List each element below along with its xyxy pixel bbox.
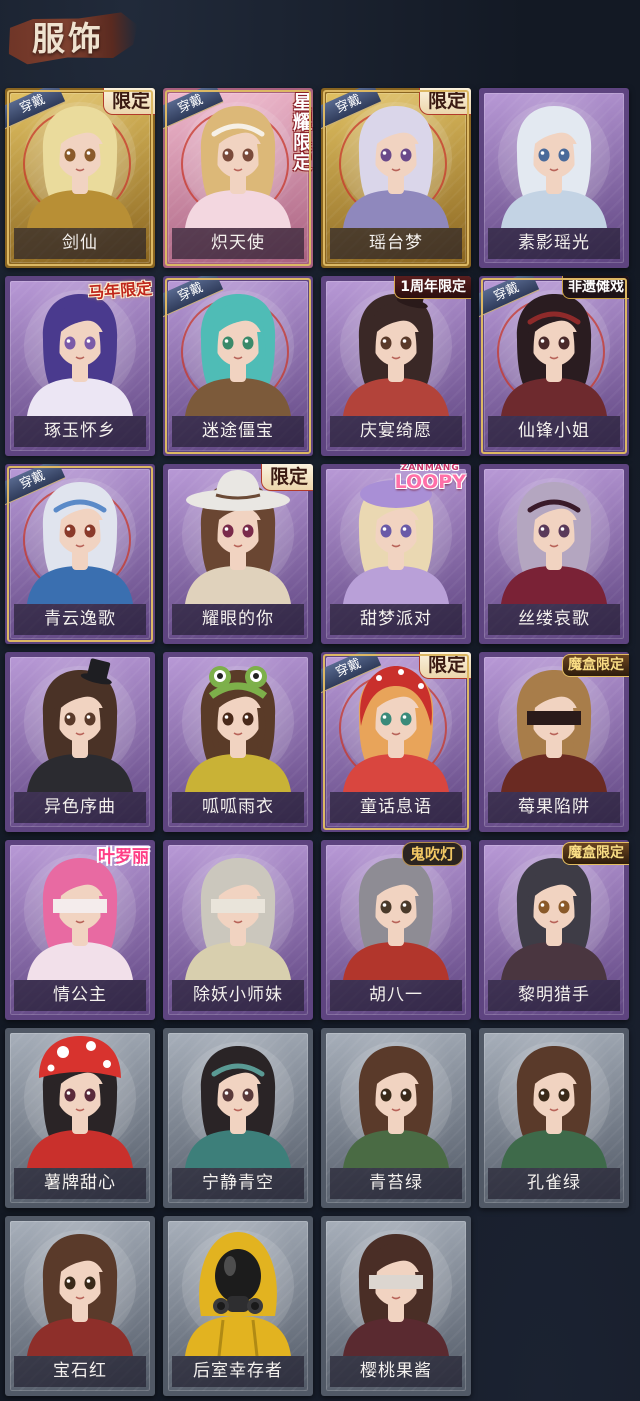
costume-grid: 穿戴 限定 剑仙 穿戴 星耀限定 炽天使 穿戴 限定 瑶台梦 素影瑶光 马年限定 琢玉怀乡 穿戴 迷途僵宝…: [5, 88, 629, 1396]
limited-tag: 非遗傩戏: [562, 276, 629, 299]
costume-name: 迷途僵宝: [172, 416, 304, 447]
costume-portrait: [479, 464, 629, 604]
limited-tag: 1周年限定: [394, 276, 471, 299]
costume-card[interactable]: 素影瑶光: [479, 88, 629, 268]
costume-card[interactable]: 孔雀绿: [479, 1028, 629, 1208]
tag-text: 1周年限定: [400, 279, 466, 295]
limited-tag: 限定: [418, 652, 471, 679]
costume-card[interactable]: ZANMANG LOOPY 甜梦派对: [321, 464, 471, 644]
costume-portrait: [321, 1028, 471, 1168]
tag-text: 非遗傩戏: [568, 279, 624, 295]
costume-card[interactable]: 鬼吹灯胡八一: [321, 840, 471, 1020]
limited-tag: ZANMANG LOOPY: [395, 464, 466, 492]
costume-card[interactable]: 魔盒限定黎明猎手: [479, 840, 629, 1020]
costume-card[interactable]: 青苔绿: [321, 1028, 471, 1208]
limited-tag: 鬼吹灯: [401, 842, 463, 866]
costume-name: 呱呱雨衣: [172, 792, 304, 823]
costume-card[interactable]: 呱呱雨衣: [163, 652, 313, 832]
tag-text: 魔盒限定: [568, 845, 624, 861]
limited-tag: 魔盒限定: [562, 654, 629, 677]
limited-tag: 限定: [418, 88, 471, 115]
costume-name: 仙锋小姐: [488, 416, 620, 447]
costume-name: 莓果陷阱: [488, 792, 620, 823]
costume-card[interactable]: 穿戴 迷途僵宝: [163, 276, 313, 456]
costume-card[interactable]: 穿戴 限定 瑶台梦: [321, 88, 471, 268]
costume-name: 素影瑶光: [488, 228, 620, 259]
costume-portrait: [163, 1216, 313, 1356]
tag-text: LOOPY: [394, 471, 466, 493]
tag-text: 限定: [111, 90, 150, 112]
costume-name: 宝石红: [14, 1356, 146, 1387]
costume-card[interactable]: 丝缕哀歌: [479, 464, 629, 644]
page-header: 服饰: [0, 0, 640, 80]
limited-tag: 限定: [260, 464, 313, 491]
costume-card[interactable]: 宁静青空: [163, 1028, 313, 1208]
costume-card[interactable]: 穿戴 非遗傩戏 仙锋小姐: [479, 276, 629, 456]
costume-name: 剑仙: [14, 228, 146, 259]
costume-card[interactable]: 魔盒限定莓果陷阱: [479, 652, 629, 832]
costume-name: 瑶台梦: [330, 228, 462, 259]
costume-name: 胡八一: [330, 980, 462, 1011]
costume-portrait: [479, 88, 629, 228]
costume-card[interactable]: 异色序曲: [5, 652, 155, 832]
costume-portrait: [163, 652, 313, 792]
tag-text: 限定: [427, 654, 466, 676]
limited-tag: 叶罗丽: [98, 842, 149, 867]
costume-portrait: [5, 1216, 155, 1356]
costume-portrait: [163, 840, 313, 980]
costume-card[interactable]: 宝石红: [5, 1216, 155, 1396]
tag-text: 限定: [427, 90, 466, 112]
costume-card[interactable]: 后室幸存者: [163, 1216, 313, 1396]
costume-name: 甜梦派对: [330, 604, 462, 635]
costume-card[interactable]: 除妖小师妹: [163, 840, 313, 1020]
costume-card[interactable]: 1周年限定庆宴绮愿: [321, 276, 471, 456]
costume-name: 异色序曲: [14, 792, 146, 823]
costume-name: 薯牌甜心: [14, 1168, 146, 1199]
costume-card[interactable]: 穿戴 限定 童话息语: [321, 652, 471, 832]
costume-name: 青苔绿: [330, 1168, 462, 1199]
costume-card[interactable]: 穿戴 限定 剑仙: [5, 88, 155, 268]
limited-tag: 马年限定: [87, 276, 153, 303]
tag-text: 限定: [269, 466, 308, 488]
costume-card[interactable]: 限定耀眼的你: [163, 464, 313, 644]
costume-name: 后室幸存者: [172, 1356, 304, 1387]
costume-name: 童话息语: [330, 792, 462, 823]
costume-card[interactable]: 穿戴 星耀限定 炽天使: [163, 88, 313, 268]
costume-portrait: [5, 1028, 155, 1168]
costume-portrait: [479, 1028, 629, 1168]
costume-name: 情公主: [14, 980, 146, 1011]
costume-card[interactable]: 薯牌甜心: [5, 1028, 155, 1208]
costume-name: 青云逸歌: [14, 604, 146, 635]
costume-name: 琢玉怀乡: [14, 416, 146, 447]
tag-text: 魔盒限定: [568, 657, 624, 673]
costume-name: 黎明猎手: [488, 980, 620, 1011]
costume-name: 丝缕哀歌: [488, 604, 620, 635]
tag-text: 星耀限定: [290, 92, 312, 172]
tag-text: 叶罗丽: [98, 847, 149, 867]
costume-portrait: [163, 1028, 313, 1168]
costume-name: 炽天使: [172, 228, 304, 259]
tag-text: 鬼吹灯: [409, 845, 455, 863]
costume-portrait: [321, 1216, 471, 1356]
limited-tag: 星耀限定: [290, 88, 312, 176]
limited-tag: 魔盒限定: [562, 842, 629, 865]
costume-name: 耀眼的你: [172, 604, 304, 635]
costume-card[interactable]: 樱桃果酱: [321, 1216, 471, 1396]
costume-name: 宁静青空: [172, 1168, 304, 1199]
page-title: 服饰: [32, 19, 104, 58]
limited-tag: 限定: [102, 88, 155, 115]
costume-name: 樱桃果酱: [330, 1356, 462, 1387]
costume-name: 庆宴绮愿: [330, 416, 462, 447]
tag-text: 马年限定: [87, 278, 153, 303]
costume-name: 孔雀绿: [488, 1168, 620, 1199]
costume-name: 除妖小师妹: [172, 980, 304, 1011]
costume-card[interactable]: 穿戴 青云逸歌: [5, 464, 155, 644]
costume-portrait: [5, 652, 155, 792]
costume-card[interactable]: 叶罗丽情公主: [5, 840, 155, 1020]
costume-card[interactable]: 马年限定琢玉怀乡: [5, 276, 155, 456]
